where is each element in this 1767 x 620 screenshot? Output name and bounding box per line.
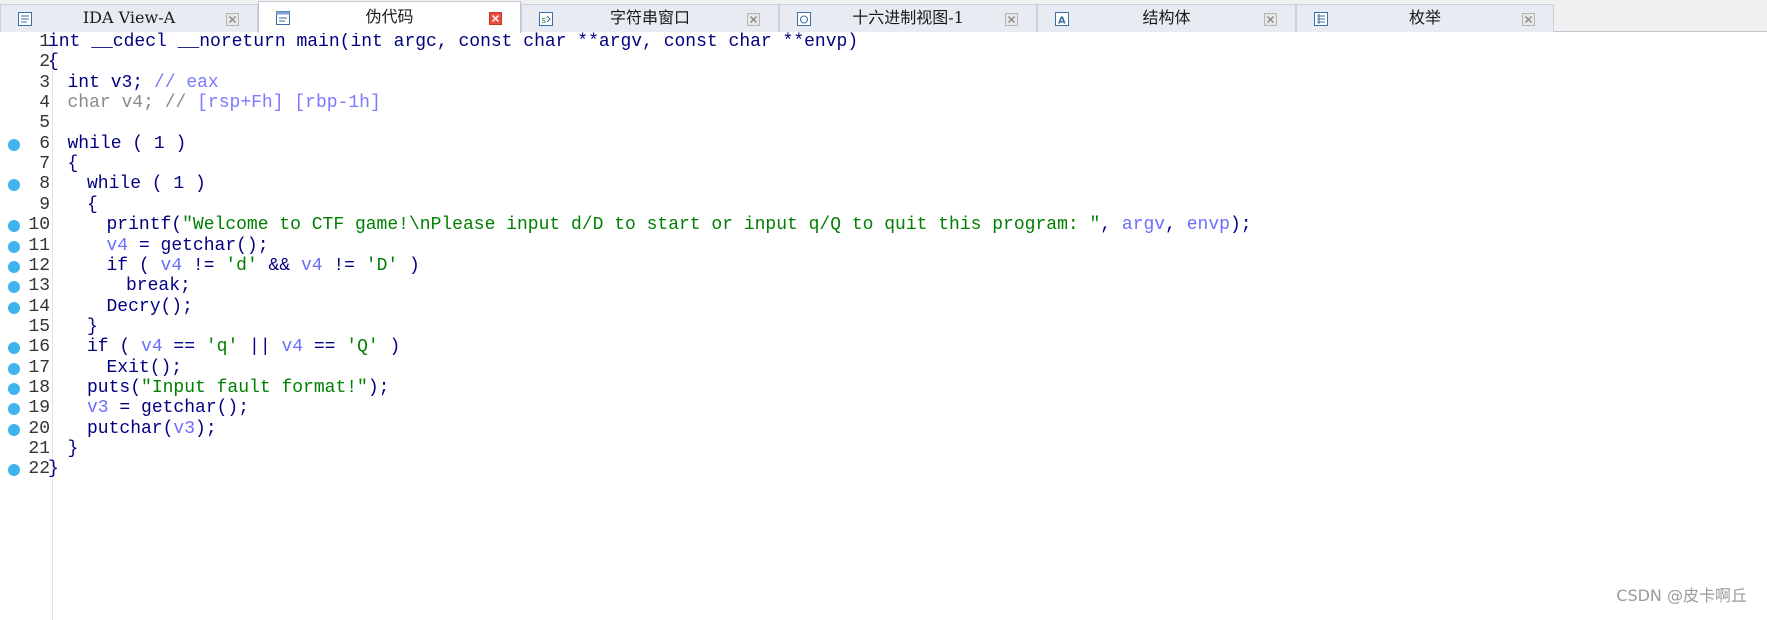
code-token: { [87,194,98,215]
code-token: char v4; // [67,93,198,114]
code-token: , [1100,215,1122,236]
watermark: CSDN @皮卡啊丘 [1616,586,1747,605]
breakpoint-marker-icon[interactable] [8,281,20,294]
code-token: == [303,337,347,358]
tab-enums[interactable]: 枚举 [1296,4,1554,32]
code-token: , [1165,215,1187,236]
code-token: ); [195,418,217,439]
code-token: "Welcome to CTF game!\nPlease input d/D … [182,215,1101,236]
code-token: envp [1186,215,1230,236]
code-token: } [48,459,59,480]
code-token: printf( [106,215,183,236]
breakpoint-marker-icon[interactable] [8,423,20,436]
code-token: int __cdecl __noreturn main(int argc, co… [48,32,859,52]
code-token: 'Q' [346,337,379,358]
tab-pseudocode[interactable]: 伪代码 [258,1,521,33]
code-token: v3 [173,418,196,439]
structures-icon: A [1055,12,1069,27]
code-token: 'q' [205,337,239,358]
tab-label: 十六进制视图-1 [852,8,964,27]
enums-icon [1314,12,1328,26]
code-token: Decry(); [106,296,193,317]
pseudocode-editor[interactable]: 1 int __cdecl __noreturn main(int argc, c… [0,32,1767,620]
code-token: v4 [160,255,183,276]
breakpoint-marker-icon[interactable] [8,301,20,314]
close-icon[interactable] [1522,13,1535,26]
svg-text:s: s [541,16,546,26]
close-icon[interactable] [1005,13,1018,26]
code-token: puts( [87,377,142,398]
code-token: { [48,52,59,73]
code-token: 'D' [365,255,399,276]
code-token: { [67,154,79,175]
breakpoint-marker-icon[interactable] [8,260,20,273]
code-token: v4 [300,255,323,276]
code-token: int v3; [67,72,154,93]
tab-label: IDA View-A [82,8,176,27]
code-token: = getchar(); [128,235,269,256]
breakpoint-marker-icon[interactable] [8,179,20,192]
tab-hex-view[interactable]: 十六进制视图-1 [779,4,1037,32]
line-number: 22 [28,459,50,480]
tab-strings-window[interactable]: s 字符串窗口 [521,4,779,32]
tab-bar: IDA View-A 伪代码 s 字符串窗口 十六进制视图-1 A 结构体 枚举 [0,0,1767,33]
code-token: while ( 1 ) [87,174,206,195]
code-token: Exit(); [106,357,183,378]
code-token: v3 [87,398,109,419]
code-token: v4 [141,337,163,358]
tab-ida-view-a[interactable]: IDA View-A [0,4,258,32]
code-token: [rsp+Fh] [rbp-1h] [197,93,381,114]
code-token: = getchar(); [108,398,250,419]
breakpoint-marker-icon[interactable] [8,342,20,355]
code-token: "Input fault format!" [141,377,368,398]
code-text: } [48,458,59,481]
breakpoint-marker-icon[interactable] [8,382,20,395]
tab-structures[interactable]: A 结构体 [1037,4,1296,32]
code-token: break; [126,276,191,297]
code-token: != [182,255,226,276]
disassembly-view-icon [18,12,32,26]
code-token: ); [367,377,390,398]
code-token: } [87,316,98,337]
close-icon[interactable] [747,13,760,26]
code-token: && [257,255,301,276]
code-line[interactable]: 22} [0,458,1767,481]
code-token: v4 [106,235,129,256]
pseudocode-icon [276,11,290,25]
code-token: } [67,439,79,459]
code-token: ) [378,337,401,358]
code-token: if ( [106,255,161,276]
close-icon[interactable] [489,12,502,25]
tab-label: 枚举 [1408,8,1441,27]
breakpoint-marker-icon[interactable] [8,362,20,375]
breakpoint-marker-icon[interactable] [8,464,20,477]
code-token: while ( 1 ) [67,133,187,154]
tab-label: 字符串窗口 [609,8,690,27]
tab-label: 伪代码 [365,7,414,26]
code-token: ) [398,255,420,276]
strings-window-icon: s [539,12,553,26]
breakpoint-marker-icon[interactable] [8,138,20,151]
breakpoint-marker-icon[interactable] [8,403,20,416]
code-token: ); [1229,215,1252,236]
code-token: argv [1121,215,1166,236]
code-token: v4 [281,337,304,358]
code-token: != [322,255,366,276]
svg-text:A: A [1058,16,1066,27]
code-token: // eax [153,72,219,93]
breakpoint-marker-icon[interactable] [8,220,20,233]
code-token: == [162,337,206,358]
code-token: 'd' [225,255,258,276]
close-icon[interactable] [226,13,239,26]
close-icon[interactable] [1264,13,1277,26]
code-token: || [238,337,282,358]
code-token: if ( [87,337,142,358]
code-token: putchar( [87,418,174,439]
breakpoint-marker-icon[interactable] [8,240,20,253]
tab-label: 结构体 [1142,8,1191,27]
hex-view-icon [797,12,811,26]
